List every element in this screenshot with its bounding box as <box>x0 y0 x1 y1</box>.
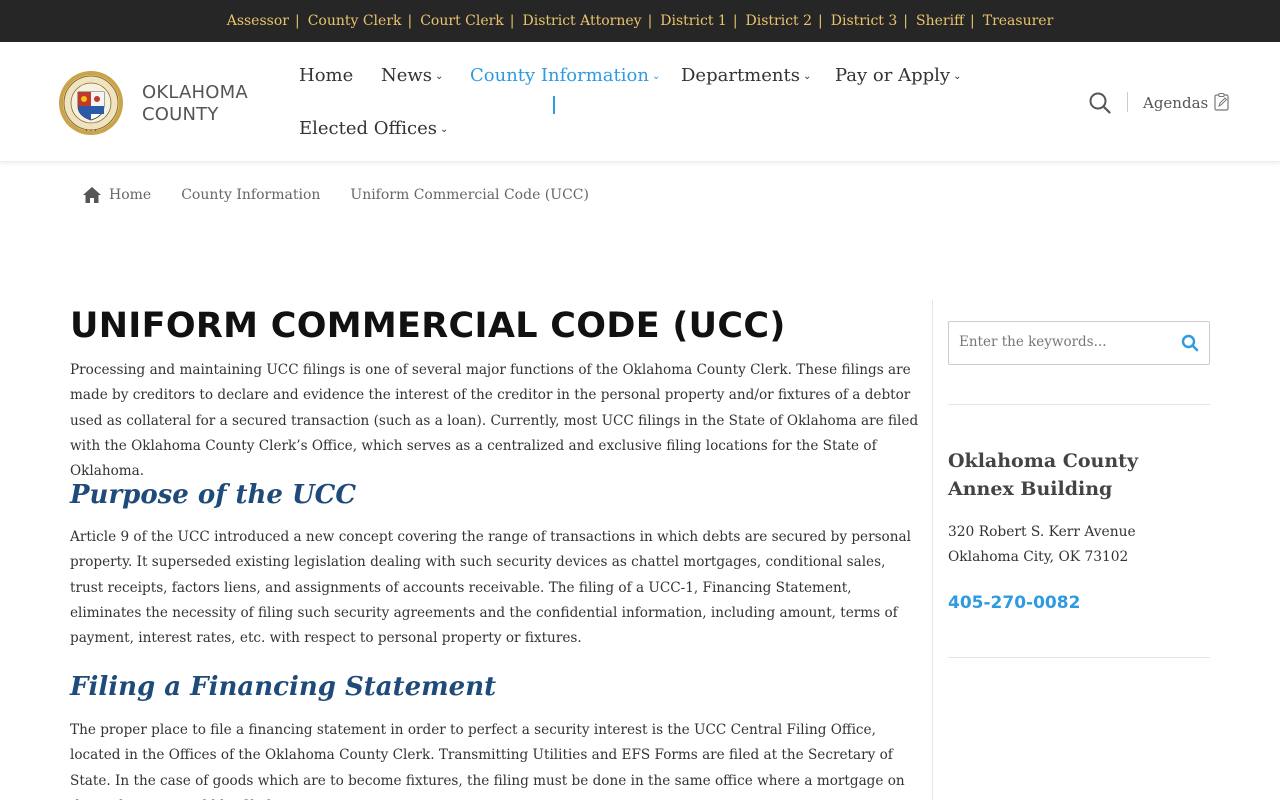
topbar-link-sheriff[interactable]: Sheriff <box>916 13 964 29</box>
logo-line-2: COUNTY <box>142 104 219 125</box>
site-logo-text[interactable]: OKLAHOMA COUNTY <box>142 82 248 126</box>
svg-text:• • •: • • • <box>85 128 97 134</box>
topbar-separator: | <box>818 13 823 29</box>
topbar-separator: | <box>970 13 975 29</box>
logo-line-1: OKLAHOMA <box>142 82 248 103</box>
site-header: • • • OKLAHOMA COUNTY Home News ⌄ County … <box>0 42 1280 162</box>
nav-county-information[interactable]: County Information ⌄ <box>470 65 660 86</box>
chevron-down-icon: ⌄ <box>953 71 962 82</box>
filing-paragraph: The proper place to file a financing sta… <box>70 722 905 800</box>
nav-news[interactable]: News ⌄ <box>381 65 443 86</box>
chevron-down-icon: ⌄ <box>435 71 444 82</box>
page-title: UNIFORM COMMERCIAL CODE (UCC) <box>70 306 786 346</box>
annex-phone-link[interactable]: 405-270-0082 <box>948 593 1080 613</box>
breadcrumb: Home County Information Uniform Commerci… <box>82 186 619 204</box>
intro-paragraph: Processing and maintaining UCC filings i… <box>70 362 919 480</box>
nav-home-label: Home <box>299 65 354 86</box>
top-utility-bar: Assessor | County Clerk | Court Clerk | … <box>0 0 1280 42</box>
chevron-down-icon: ⌄ <box>440 124 449 135</box>
chevron-down-icon: ⌄ <box>802 71 812 82</box>
topbar-link-district-1[interactable]: District 1 <box>660 13 727 29</box>
topbar-link-assessor[interactable]: Assessor <box>227 13 289 29</box>
nav-elected-offices[interactable]: Elected Offices ⌄ <box>299 118 448 139</box>
sidebar-divider <box>932 300 933 800</box>
nav-home[interactable]: Home <box>299 65 353 86</box>
header-divider <box>1127 92 1128 112</box>
sidebar-search-box <box>948 321 1210 365</box>
breadcrumb-county-information[interactable]: County Information <box>181 187 320 203</box>
nav-county-information-label: County Information <box>470 65 649 86</box>
county-seal-icon[interactable]: • • • <box>58 70 124 136</box>
section-heading-purpose: Purpose of the UCC <box>70 480 357 510</box>
home-icon[interactable] <box>82 186 102 204</box>
chevron-down-icon: ⌄ <box>651 71 661 82</box>
clipboard-edit-icon[interactable] <box>1214 93 1230 111</box>
nav-elected-offices-label: Elected Offices <box>299 118 438 139</box>
active-nav-indicator <box>553 96 555 114</box>
topbar-link-treasurer[interactable]: Treasurer <box>983 13 1054 29</box>
purpose-paragraph: Article 9 of the UCC introduced a new co… <box>70 529 911 647</box>
topbar-link-court-clerk[interactable]: Court Clerk <box>420 13 504 29</box>
topbar-separator: | <box>294 13 300 29</box>
nav-pay-or-apply[interactable]: Pay or Apply ⌄ <box>835 65 961 86</box>
topbar-link-district-attorney[interactable]: District Attorney <box>523 13 642 29</box>
nav-pay-or-apply-label: Pay or Apply <box>835 65 951 86</box>
agendas-link[interactable]: Agendas <box>1143 94 1208 112</box>
nav-news-label: News <box>381 65 433 86</box>
topbar-separator: | <box>647 13 653 29</box>
topbar-separator: | <box>407 13 413 29</box>
sidebar-separator <box>948 657 1210 658</box>
topbar-separator: | <box>509 13 515 29</box>
nav-departments-label: Departments <box>681 65 800 86</box>
section-heading-filing: Filing a Financing Statement <box>70 672 497 702</box>
nav-departments[interactable]: Departments ⌄ <box>681 65 811 86</box>
annex-building-title: Oklahoma County Annex Building <box>948 450 1138 500</box>
topbar-link-district-2[interactable]: District 2 <box>746 13 813 29</box>
topbar-link-district-3[interactable]: District 3 <box>831 13 898 29</box>
annex-address-line-2: Oklahoma City, OK 73102 <box>948 549 1129 565</box>
topbar-separator: | <box>732 13 738 29</box>
search-icon[interactable] <box>1088 91 1112 115</box>
breadcrumb-home[interactable]: Home <box>109 187 151 203</box>
annex-address-line-1: 320 Robert S. Kerr Avenue <box>948 524 1136 540</box>
breadcrumb-current-page: Uniform Commercial Code (UCC) <box>350 187 589 203</box>
topbar-link-county-clerk[interactable]: County Clerk <box>308 13 402 29</box>
sidebar-search-input[interactable] <box>959 334 1169 350</box>
sidebar-separator <box>948 404 1210 405</box>
topbar-separator: | <box>903 13 908 29</box>
search-submit-icon[interactable] <box>1181 334 1199 352</box>
